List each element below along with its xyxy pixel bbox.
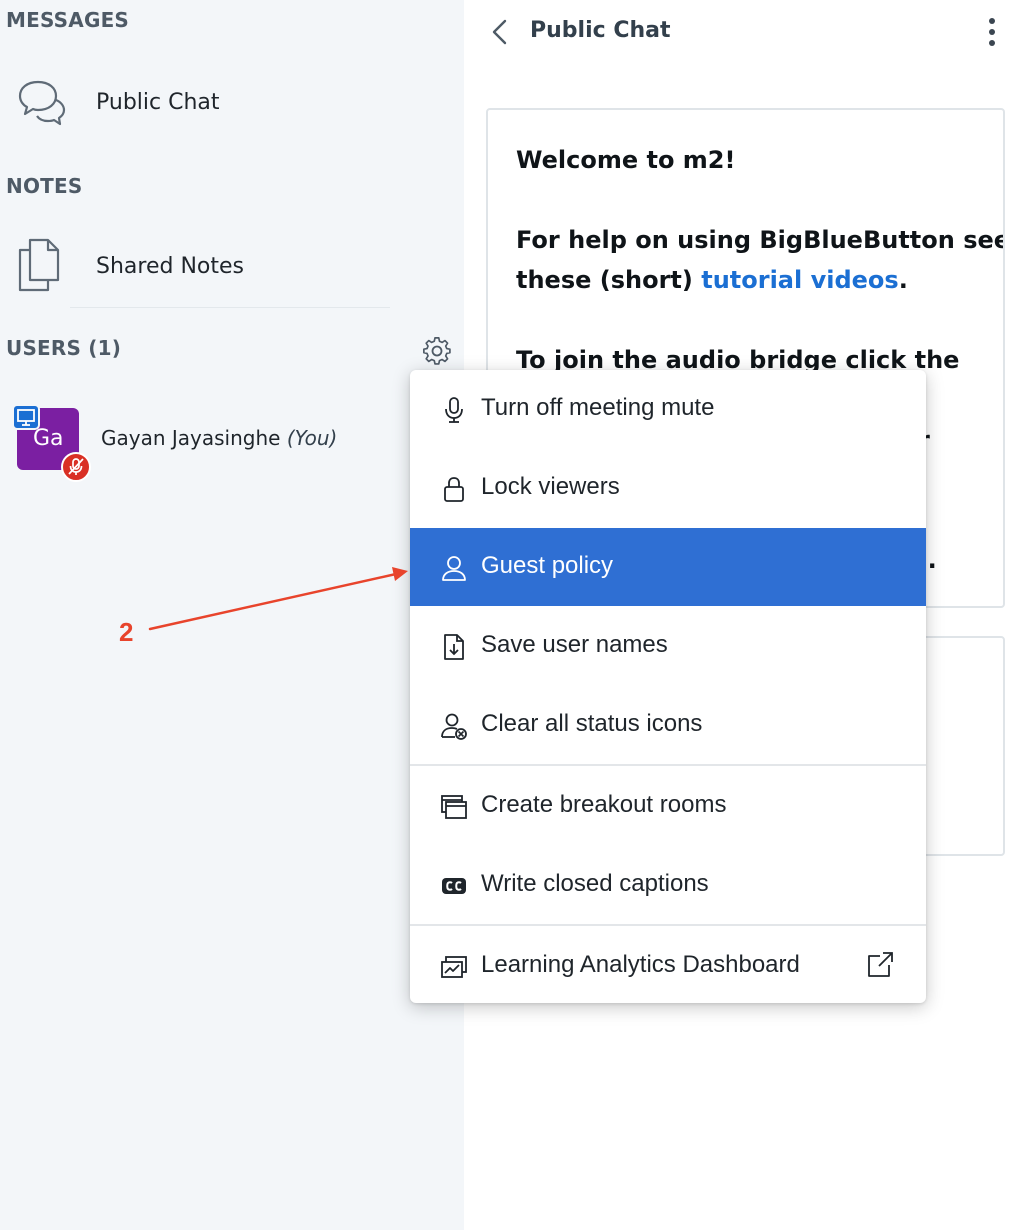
menu-separator: [410, 764, 926, 766]
microphone-icon: [445, 397, 463, 423]
user-name-text: Gayan Jayasinghe: [101, 426, 281, 450]
avatar-initials: Ga: [33, 426, 64, 451]
menu-item-label: Save user names: [481, 631, 668, 658]
menu-separator: [410, 924, 926, 926]
chat-title: Public Chat: [530, 18, 671, 43]
menu-item-label: Learning Analytics Dashboard: [481, 951, 800, 978]
help-suffix: .: [898, 266, 908, 294]
user-icon: [442, 556, 466, 581]
menu-item-label: Write closed captions: [481, 870, 709, 897]
annotation-number: 2: [119, 617, 134, 647]
user-name: Gayan Jayasinghe (You): [101, 426, 337, 450]
menu-item-label: Create breakout rooms: [481, 791, 727, 818]
lock-icon: [444, 477, 464, 502]
welcome-line-2: For help on using BigBlueButton see: [516, 226, 1005, 254]
welcome-prefix: Welcome to: [516, 146, 683, 174]
dashboard-icon: [441, 956, 467, 978]
help-prefix: these (short): [516, 266, 702, 294]
users-section-title: USERS (1): [6, 336, 122, 360]
sidebar-item-shared-notes[interactable]: Shared Notes: [0, 232, 400, 302]
presenter-icon: [12, 404, 40, 430]
notes-icon: [18, 238, 60, 292]
chat-bubbles-icon: [18, 80, 66, 126]
menu-item-guest-policy[interactable]: Guest policy: [410, 528, 926, 606]
external-link-icon: [868, 952, 893, 977]
menu-item-write-closed-captions[interactable]: Write closed captions: [410, 846, 926, 924]
notes-section-title: NOTES: [6, 174, 83, 198]
public-chat-label: Public Chat: [96, 90, 220, 115]
sidebar-item-public-chat[interactable]: Public Chat: [0, 70, 400, 140]
menu-item-label: Turn off meeting mute: [481, 394, 715, 421]
tutorial-videos-link[interactable]: tutorial videos: [701, 266, 898, 294]
gear-icon[interactable]: [422, 336, 452, 366]
sidebar-divider: [70, 307, 390, 308]
rooms-icon: [441, 795, 467, 819]
menu-item-label: Clear all status icons: [481, 710, 703, 737]
welcome-line-1: Welcome to m2!: [516, 140, 735, 180]
menu-item-learning-analytics-dashboard[interactable]: Learning Analytics Dashboard: [410, 927, 926, 1003]
partial-period: .: [927, 546, 937, 574]
menu-item-create-breakout-rooms[interactable]: Create breakout rooms: [410, 767, 926, 845]
you-tag: (You): [286, 426, 338, 450]
menu-item-label: Guest policy: [481, 552, 614, 579]
closed-captions-icon: [442, 878, 466, 894]
menu-item-clear-all-status-icons[interactable]: Clear all status icons: [410, 686, 926, 764]
menu-item-save-user-names[interactable]: Save user names: [410, 607, 926, 685]
muted-microphone-icon: [61, 452, 91, 482]
menu-item-turn-off-meeting-mute[interactable]: Turn off meeting mute: [410, 370, 926, 448]
app-root: MESSAGES Public Chat NOTES Shared Notes …: [0, 0, 1030, 1230]
welcome-line-3: these (short) tutorial videos.: [516, 260, 908, 300]
clear-status-icon: [441, 713, 467, 740]
save-file-icon: [444, 634, 464, 660]
sidebar: MESSAGES Public Chat NOTES Shared Notes …: [0, 0, 464, 1230]
chevron-left-icon[interactable]: [490, 18, 510, 46]
user-options-menu: Turn off meeting mute Lock viewers Guest…: [410, 370, 926, 1003]
meeting-name: m2: [682, 146, 725, 174]
more-options-icon[interactable]: [982, 16, 1002, 50]
shared-notes-label: Shared Notes: [96, 254, 244, 279]
messages-section-title: MESSAGES: [6, 8, 130, 32]
menu-item-lock-viewers[interactable]: Lock viewers: [410, 449, 926, 527]
welcome-suffix: !: [724, 146, 736, 174]
menu-item-label: Lock viewers: [481, 473, 620, 500]
